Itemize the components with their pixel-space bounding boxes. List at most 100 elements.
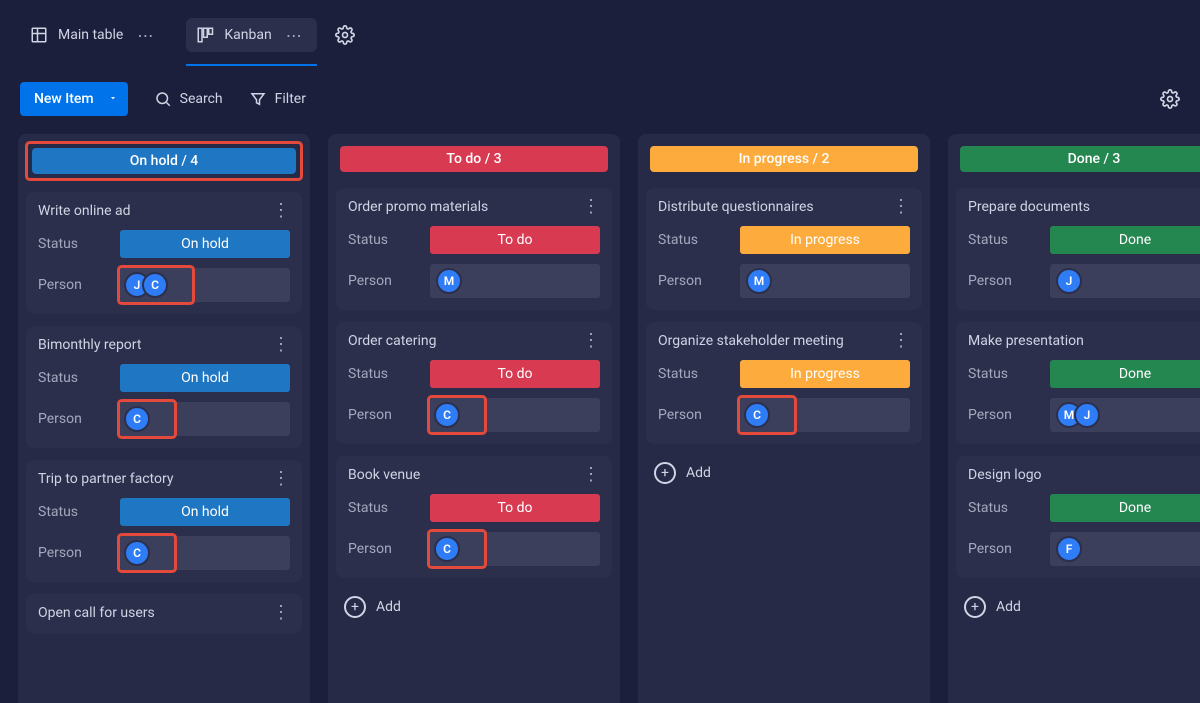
tab-menu-icon[interactable]: ⋯ <box>282 24 307 47</box>
card-menu-icon[interactable]: ⋮ <box>272 470 290 488</box>
avatar: C <box>124 540 150 566</box>
avatar: M <box>746 268 772 294</box>
field-label-person: Person <box>968 407 1040 423</box>
field-label-person: Person <box>38 411 110 427</box>
chevron-down-icon <box>108 91 118 107</box>
person-field[interactable]: JC <box>120 268 290 302</box>
kanban-card[interactable]: Order promo materials ⋮ Status To do Person M <box>336 188 612 310</box>
avatar: C <box>142 272 168 298</box>
kanban-card[interactable]: Trip to partner factory ⋮ Status On hold Per… <box>26 460 302 582</box>
kanban-column: Done / 3Prepare documents⋮StatusDonePers… <box>948 134 1200 703</box>
filter-label: Filter <box>275 91 306 107</box>
card-title: Open call for users <box>38 605 155 621</box>
card-menu-icon[interactable]: ⋮ <box>582 466 600 484</box>
add-card-button[interactable]: + Add <box>956 590 1200 624</box>
plus-circle-icon: + <box>654 462 676 484</box>
add-label: Add <box>996 599 1021 615</box>
board-settings-button[interactable] <box>1160 89 1180 109</box>
kanban-card[interactable]: Write online ad⋮StatusOn holdPersonJC <box>26 192 302 314</box>
add-card-button[interactable]: +Add <box>646 456 922 490</box>
kanban-card[interactable]: Make presentation⋮StatusDonePersonMJ <box>956 322 1200 444</box>
card-menu-icon[interactable]: ⋮ <box>272 336 290 354</box>
card-title: Bimonthly report <box>38 337 141 353</box>
person-field[interactable]: C <box>740 398 910 432</box>
status-badge[interactable]: On hold <box>120 230 290 258</box>
card-menu-icon[interactable]: ⋮ <box>272 202 290 220</box>
kanban-card[interactable]: Organize stakeholder meeting⋮StatusIn pr… <box>646 322 922 444</box>
card-menu-icon[interactable]: ⋮ <box>892 332 910 350</box>
status-badge[interactable]: On hold <box>120 364 290 392</box>
field-label-status: Status <box>38 236 110 252</box>
column-header[interactable]: To do / 3 <box>340 146 608 172</box>
kanban-card[interactable]: Prepare documents⋮StatusDonePersonJ <box>956 188 1200 310</box>
field-label-person: Person <box>348 541 420 557</box>
kanban-card[interactable]: Order catering⋮StatusTo doPersonC <box>336 322 612 444</box>
status-badge[interactable]: Done <box>1050 226 1200 254</box>
plus-circle-icon: + <box>964 596 986 618</box>
view-settings-button[interactable] <box>335 25 355 45</box>
tab-menu-icon[interactable]: ⋯ <box>133 24 158 47</box>
person-field[interactable]: F <box>1050 532 1200 566</box>
avatar: J <box>1056 268 1082 294</box>
status-badge[interactable]: Done <box>1050 360 1200 388</box>
field-label-status: Status <box>968 366 1040 382</box>
card-menu-icon[interactable]: ⋮ <box>582 332 600 350</box>
status-badge[interactable]: In progress <box>740 360 910 388</box>
search-button[interactable]: Search <box>154 90 223 108</box>
person-field[interactable]: M <box>430 264 600 298</box>
person-field[interactable]: C <box>120 402 290 436</box>
kanban-card[interactable]: Bimonthly report⋮StatusOn holdPersonC <box>26 326 302 448</box>
field-label-status: Status <box>968 232 1040 248</box>
status-badge[interactable]: Done <box>1050 494 1200 522</box>
new-item-button[interactable]: New Item <box>20 82 128 116</box>
field-label-status: Status <box>348 232 420 248</box>
field-label-person: Person <box>658 273 730 289</box>
person-field[interactable]: J <box>1050 264 1200 298</box>
avatar: F <box>1056 536 1082 562</box>
column-header[interactable]: In progress / 2 <box>650 146 918 172</box>
status-badge[interactable]: In progress <box>740 226 910 254</box>
status-badge[interactable]: To do <box>430 226 600 254</box>
kanban-column: In progress / 2 Distribute questionnaires… <box>638 134 930 703</box>
field-label-person: Person <box>968 273 1040 289</box>
avatar: C <box>744 402 770 428</box>
person-field[interactable]: MJ <box>1050 398 1200 432</box>
person-field[interactable]: M <box>740 264 910 298</box>
status-badge[interactable]: To do <box>430 494 600 522</box>
tab-kanban[interactable]: Kanban ⋯ <box>186 18 316 52</box>
kanban-icon <box>196 26 214 44</box>
column-header[interactable]: Done / 3 <box>960 146 1200 172</box>
kanban-card[interactable]: Distribute questionnaires⋮StatusIn progr… <box>646 188 922 310</box>
card-menu-icon[interactable]: ⋮ <box>272 604 290 622</box>
tab-main-table[interactable]: Main table ⋯ <box>20 18 168 52</box>
kanban-column: To do / 3 Order promo materials ⋮ Status To … <box>328 134 620 703</box>
new-item-label: New Item <box>34 91 94 107</box>
field-label-status: Status <box>38 504 110 520</box>
status-badge[interactable]: To do <box>430 360 600 388</box>
card-title: Organize stakeholder meeting <box>658 333 844 349</box>
card-title: Write online ad <box>38 203 131 219</box>
person-field[interactable]: C <box>120 536 290 570</box>
person-field[interactable]: C <box>430 532 600 566</box>
field-label-person: Person <box>348 273 420 289</box>
status-badge[interactable]: On hold <box>120 498 290 526</box>
field-label-status: Status <box>348 366 420 382</box>
add-card-button[interactable]: +Add <box>336 590 612 624</box>
card-menu-icon[interactable]: ⋮ <box>892 198 910 216</box>
card-title: Trip to partner factory <box>38 471 173 487</box>
card-menu-icon[interactable]: ⋮ <box>582 198 600 216</box>
plus-circle-icon: + <box>344 596 366 618</box>
kanban-card[interactable]: Design logo⋮StatusDonePersonF <box>956 456 1200 578</box>
avatar: C <box>434 536 460 562</box>
card-title: Make presentation <box>968 333 1084 349</box>
card-title: Order promo materials <box>348 199 488 215</box>
card-title: Order catering <box>348 333 436 349</box>
filter-button[interactable]: Filter <box>249 90 306 108</box>
field-label-person: Person <box>38 545 110 561</box>
kanban-card[interactable]: Book venue⋮StatusTo doPersonC <box>336 456 612 578</box>
column-header[interactable]: On hold / 4 <box>32 148 296 174</box>
field-label-status: Status <box>348 500 420 516</box>
kanban-card[interactable]: Open call for users ⋮ <box>26 594 302 634</box>
person-field[interactable]: C <box>430 398 600 432</box>
field-label-person: Person <box>968 541 1040 557</box>
